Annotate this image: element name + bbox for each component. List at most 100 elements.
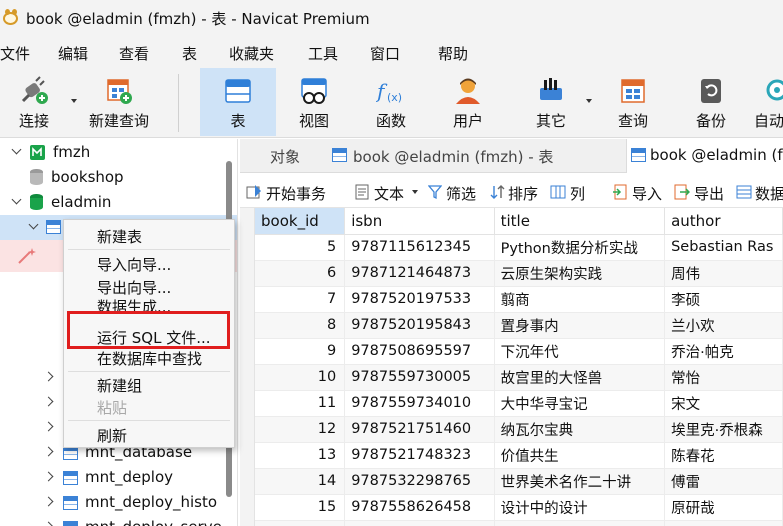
row-gutter[interactable] [240, 208, 255, 526]
other-dropdown-icon[interactable] [586, 99, 592, 103]
table-cell-isbn[interactable]: 9787508695597 [344, 338, 495, 365]
menu-tools[interactable]: 工具 [308, 43, 338, 64]
table-cell-book-id[interactable]: 7 [255, 286, 346, 313]
table-row[interactable]: 9 9787508695597 下沉年代 乔治·帕克 [255, 338, 783, 365]
table-cell-author[interactable]: 傅雷 [664, 468, 783, 495]
table-cell-isbn[interactable]: 9787532298765 [344, 468, 495, 495]
column-header-isbn[interactable]: isbn [344, 208, 495, 235]
function-button[interactable]: f (x) 函数 [358, 68, 424, 136]
table-cell-isbn[interactable]: 9787521748323 [344, 442, 495, 469]
columns-button[interactable]: 列 [570, 183, 585, 204]
table-cell-author[interactable]: 兰小欢 [664, 312, 783, 339]
table-cell-isbn[interactable]: 9787558626458 [344, 494, 495, 521]
table-row[interactable]: 11 9787559734010 大中华寻宝记 宋文 [255, 390, 783, 417]
chevron-right-icon[interactable] [43, 446, 54, 457]
table-cell-author[interactable]: 李硕 [664, 286, 783, 313]
table-cell-book-id[interactable]: 10 [255, 364, 346, 391]
table-cell-title[interactable]: Python数据分析实战 [494, 234, 666, 261]
table-cell-title[interactable]: 下沉年代 [494, 338, 666, 365]
column-header-author[interactable]: author [664, 208, 783, 235]
table-row[interactable]: 169787535650000平凡的世界路遥 [255, 520, 783, 526]
table-cell-author[interactable]: 路遥 [664, 520, 783, 526]
table-cell-author[interactable]: Sebastian Ras [664, 234, 783, 261]
table-cell-isbn[interactable]: 9787520195843 [344, 312, 495, 339]
table-cell-title[interactable]: 设计中的设计 [494, 494, 666, 521]
table-cell-isbn[interactable]: 9787115612345 [344, 234, 495, 261]
table-cell-book-id[interactable]: 14 [255, 468, 346, 495]
table-cell-title[interactable]: 纳瓦尔宝典 [494, 416, 666, 443]
data-generation-icon[interactable] [736, 184, 752, 200]
connect-button[interactable]: 连接 [2, 68, 66, 136]
tree-db-bookshop[interactable]: bookshop [0, 165, 237, 190]
menu-file[interactable]: 文件 [0, 43, 30, 64]
table-row[interactable]: 14 9787532298765 世界美术名作二十讲 傅雷 [255, 468, 783, 495]
tree-table-mnt-deploy[interactable]: mnt_deploy [0, 465, 237, 490]
sort-icon[interactable] [490, 184, 506, 200]
table-cell-author[interactable]: 埃里克·乔根森 [664, 416, 783, 443]
chevron-right-icon[interactable] [43, 371, 54, 382]
table-row[interactable]: 13 9787521748323 价值共生 陈春花 [255, 442, 783, 469]
table-row[interactable]: 10 9787559730005 故宫里的大怪兽 常怡 [255, 364, 783, 391]
chevron-right-icon[interactable] [43, 396, 54, 407]
table-cell-isbn[interactable]: 9787535650000 [344, 520, 495, 526]
automation-button[interactable]: 自动 [752, 68, 783, 136]
tree-table-mnt-deploy-server[interactable]: mnt_deploy_serve [0, 515, 237, 526]
table-cell-title[interactable]: 置身事内 [494, 312, 666, 339]
column-header-book-id[interactable]: book_id [255, 208, 346, 235]
table-cell-isbn[interactable]: 9787559730005 [344, 364, 495, 391]
table-cell-book-id[interactable]: 16 [255, 520, 346, 526]
table-row[interactable]: 5 9787115612345 Python数据分析实战 Sebastian Ras [255, 234, 783, 261]
query-button[interactable]: 查询 [600, 68, 666, 136]
table-cell-author[interactable]: 常怡 [664, 364, 783, 391]
table-cell-isbn[interactable]: 9787121464873 [344, 260, 495, 287]
menu-item-new-group[interactable]: 新建组 [97, 375, 142, 396]
table-cell-title[interactable]: 大中华寻宝记 [494, 390, 666, 417]
tab-book-table-1[interactable]: book @eladmin (fmzh) - 表 [328, 139, 624, 173]
table-cell-author[interactable]: 陈春花 [664, 442, 783, 469]
chevron-right-icon[interactable] [43, 521, 54, 526]
table-row[interactable]: 7 9787520197533 翦商 李硕 [255, 286, 783, 313]
chevron-down-icon[interactable] [11, 194, 22, 205]
chevron-right-icon[interactable] [43, 421, 54, 432]
data-button[interactable]: 数据 [755, 183, 783, 204]
tree-db-eladmin[interactable]: eladmin [0, 190, 237, 215]
menu-favorites[interactable]: 收藏夹 [229, 43, 274, 64]
table-button[interactable]: 表 [200, 68, 276, 136]
column-header-title[interactable]: title [494, 208, 666, 235]
table-cell-book-id[interactable]: 13 [255, 442, 346, 469]
tab-objects[interactable]: 对象 [240, 139, 328, 173]
table-cell-author[interactable]: 周伟 [664, 260, 783, 287]
table-row[interactable]: 6 9787121464873 云原生架构实践 周伟 [255, 260, 783, 287]
menu-edit[interactable]: 编辑 [58, 43, 88, 64]
menu-help[interactable]: 帮助 [438, 43, 468, 64]
table-cell-title[interactable]: 世界美术名作二十讲 [494, 468, 666, 495]
chevron-down-icon[interactable] [11, 144, 22, 155]
text-view-button[interactable]: 文本 [374, 183, 404, 204]
menu-view[interactable]: 查看 [119, 43, 149, 64]
chevron-right-icon[interactable] [43, 471, 54, 482]
table-cell-book-id[interactable]: 8 [255, 312, 346, 339]
chevron-right-icon[interactable] [43, 496, 54, 507]
menu-item-find-in-database[interactable]: 在数据库中查找 [97, 348, 202, 369]
table-cell-author[interactable]: 宋文 [664, 390, 783, 417]
table-cell-isbn[interactable]: 9787520197533 [344, 286, 495, 313]
view-button[interactable]: 视图 [282, 68, 346, 136]
table-row[interactable]: 12 9787521751460 纳瓦尔宝典 埃里克·乔根森 [255, 416, 783, 443]
other-button[interactable]: 其它 [519, 68, 583, 136]
user-button[interactable]: 用户 [436, 68, 500, 136]
tree-table-mnt-deploy-history[interactable]: mnt_deploy_histo [0, 490, 237, 515]
menu-table[interactable]: 表 [182, 43, 197, 64]
menu-item-import-wizard[interactable]: 导入向导... [97, 254, 171, 275]
table-cell-isbn[interactable]: 9787521751460 [344, 416, 495, 443]
table-cell-author[interactable]: 乔治·帕克 [664, 338, 783, 365]
columns-icon[interactable] [550, 184, 566, 200]
table-cell-title[interactable]: 平凡的世界 [494, 520, 666, 526]
chevron-down-icon[interactable] [28, 219, 39, 230]
table-cell-title[interactable]: 翦商 [494, 286, 666, 313]
menu-item-refresh[interactable]: 刷新 [97, 425, 127, 446]
export-icon[interactable] [674, 184, 690, 200]
backup-button[interactable]: 备份 [678, 68, 744, 136]
menu-window[interactable]: 窗口 [370, 43, 400, 64]
connect-dropdown-icon[interactable] [71, 99, 77, 103]
filter-button[interactable]: 筛选 [446, 183, 476, 204]
